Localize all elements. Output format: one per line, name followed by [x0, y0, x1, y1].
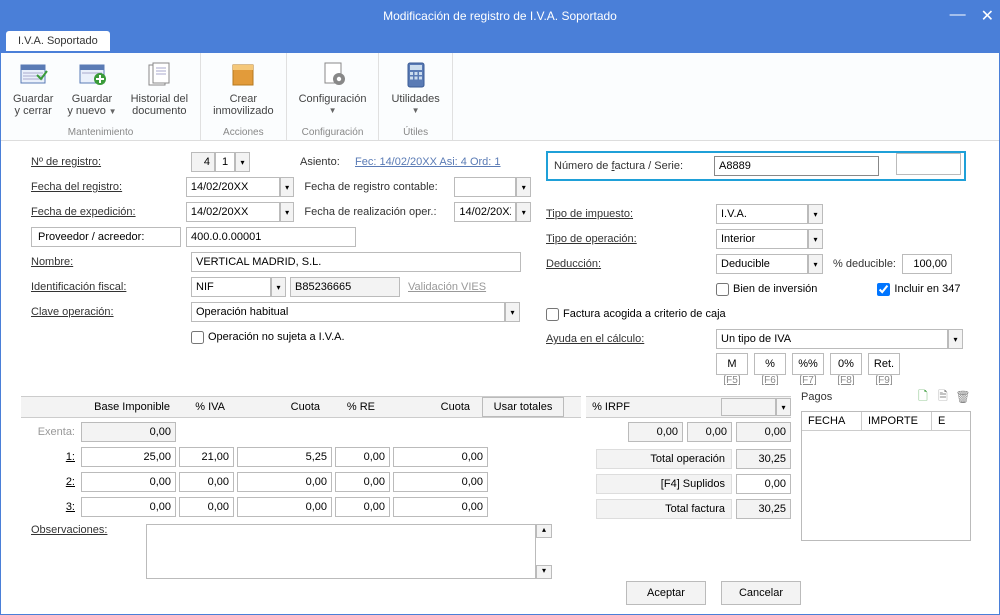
- minimize-icon[interactable]: —: [950, 6, 966, 26]
- fecha-registro-input[interactable]: [186, 177, 280, 197]
- nregistro-sub-input[interactable]: [215, 152, 235, 172]
- num-factura-input[interactable]: [714, 156, 879, 176]
- ayuda-calculo-dd[interactable]: ▾: [948, 329, 963, 349]
- factura-caja-checkbox[interactable]: Factura acogida a criterio de caja: [546, 308, 726, 321]
- base-input[interactable]: 0,00: [81, 497, 176, 517]
- bien-inversion-checkbox[interactable]: Bien de inversión: [716, 283, 817, 296]
- tipo-operacion-input[interactable]: [716, 229, 808, 249]
- base-input[interactable]: 25,00: [81, 447, 176, 467]
- nregistro-dropdown[interactable]: ▾: [235, 152, 250, 172]
- clave-operacion-input[interactable]: [191, 302, 505, 322]
- cuota2-input[interactable]: 0,00: [393, 472, 488, 492]
- observaciones-input[interactable]: [146, 524, 536, 579]
- tipo-impuesto-label: Tipo de impuesto:: [546, 208, 716, 220]
- fecha-registro-dd[interactable]: ▾: [280, 177, 295, 197]
- deduccion-label: Deducción:: [546, 258, 716, 270]
- nombre-input[interactable]: [191, 252, 521, 272]
- pagos-delete-icon[interactable]: 🗑: [955, 389, 971, 405]
- pagos-add-icon[interactable]: 🗋: [915, 389, 931, 405]
- configuracion-button[interactable]: Configuración▼: [295, 57, 371, 118]
- fecha-reg-contable-input[interactable]: [454, 177, 516, 197]
- suplidos-input[interactable]: 0,00: [736, 474, 791, 494]
- idfiscal-tipo-dd[interactable]: ▾: [271, 277, 286, 297]
- proveedor-label-box: Proveedor / acreedor:: [31, 227, 181, 247]
- piva-input[interactable]: 21,00: [179, 447, 234, 467]
- pre-input[interactable]: 0,00: [335, 497, 390, 517]
- fecha-registro-label: Fecha del registro:: [31, 181, 186, 193]
- tipo-operacion-dd[interactable]: ▾: [808, 229, 823, 249]
- observaciones-label: Observaciones:: [31, 524, 146, 579]
- idfiscal-label: Identificación fiscal:: [31, 281, 191, 293]
- piva-input[interactable]: 0,00: [179, 472, 234, 492]
- calc--button[interactable]: %%: [792, 353, 824, 375]
- exenta-label: Exenta:: [21, 426, 81, 438]
- titlebar: Modificación de registro de I.V.A. Sopor…: [1, 1, 999, 31]
- idfiscal-num-input[interactable]: [290, 277, 400, 297]
- utilidades-button[interactable]: Utilidades▼: [387, 57, 443, 118]
- pct-deducible-input[interactable]: [902, 254, 952, 274]
- cancelar-button[interactable]: Cancelar: [721, 581, 801, 605]
- proveedor-input[interactable]: [186, 227, 356, 247]
- pct-deducible-label: % deducible:: [833, 258, 896, 270]
- historial-button[interactable]: Historial deldocumento: [127, 57, 192, 119]
- serie-input[interactable]: [896, 153, 961, 175]
- fecha-realizacion-input[interactable]: [454, 202, 516, 222]
- pagos-table: FECHA IMPORTE E: [801, 411, 971, 541]
- tipo-impuesto-dd[interactable]: ▾: [808, 204, 823, 224]
- ayuda-calculo-input[interactable]: [716, 329, 948, 349]
- nombre-label: Nombre:: [31, 256, 191, 268]
- pagos-edit-icon[interactable]: 🗎: [935, 389, 951, 405]
- clave-operacion-dd[interactable]: ▾: [505, 302, 520, 322]
- nregistro-label: Nº de registro:: [31, 156, 101, 168]
- pre-input[interactable]: 0,00: [335, 472, 390, 492]
- tipo-impuesto-input[interactable]: [716, 204, 808, 224]
- guardar-nuevo-button[interactable]: Guardary nuevo ▼: [63, 57, 120, 119]
- incluir-347-checkbox[interactable]: Incluir en 347: [877, 283, 960, 296]
- obs-down[interactable]: ▾: [536, 565, 552, 579]
- op-no-sujeta-checkbox[interactable]: Operación no sujeta a I.V.A.: [191, 331, 345, 344]
- ayuda-calculo-label: Ayuda en el cálculo:: [546, 333, 716, 345]
- close-icon[interactable]: ✕: [981, 6, 994, 26]
- asiento-link[interactable]: Fec: 14/02/20XX Asi: 4 Ord: 1: [355, 156, 501, 168]
- aceptar-button[interactable]: Aceptar: [626, 581, 706, 605]
- base-input[interactable]: 0,00: [81, 472, 176, 492]
- pagos-label: Pagos: [801, 391, 832, 403]
- tipo-operacion-label: Tipo de operación:: [546, 233, 716, 245]
- deduccion-input[interactable]: [716, 254, 808, 274]
- obs-up[interactable]: ▴: [536, 524, 552, 538]
- idfiscal-tipo-input[interactable]: [191, 277, 271, 297]
- nregistro-input[interactable]: [191, 152, 215, 172]
- cuota-input[interactable]: 0,00: [237, 497, 332, 517]
- grid-header: Base Imponible % IVA Cuota % RE Cuota Us…: [21, 396, 581, 418]
- fecha-realizacion-label: Fecha de realización oper.:: [304, 206, 454, 218]
- ribbon: Guardary cerrar Guardary nuevo ▼ Histori…: [1, 53, 999, 141]
- fecha-expedicion-input[interactable]: [186, 202, 280, 222]
- calc-0-button[interactable]: 0%: [830, 353, 862, 375]
- calc-M-button[interactable]: M: [716, 353, 748, 375]
- deduccion-dd[interactable]: ▾: [808, 254, 823, 274]
- calc-Ret-button[interactable]: Ret.: [868, 353, 900, 375]
- cuota2-input[interactable]: 0,00: [393, 447, 488, 467]
- guardar-cerrar-button[interactable]: Guardary cerrar: [9, 57, 57, 119]
- pre-input[interactable]: 0,00: [335, 447, 390, 467]
- tab-iva-soportado[interactable]: I.V.A. Soportado: [6, 31, 110, 51]
- fecha-reg-contable-dd[interactable]: ▾: [516, 177, 531, 197]
- window-title: Modificación de registro de I.V.A. Sopor…: [383, 9, 617, 23]
- piva-input[interactable]: 0,00: [179, 497, 234, 517]
- fecha-reg-contable-label: Fecha de registro contable:: [304, 181, 454, 193]
- cuota2-input[interactable]: 0,00: [393, 497, 488, 517]
- fecha-expedicion-label: Fecha de expedición:: [31, 206, 186, 218]
- clave-operacion-label: Clave operación:: [31, 306, 191, 318]
- fecha-expedicion-dd[interactable]: ▾: [280, 202, 295, 222]
- crear-inmovilizado-button[interactable]: Crearinmovilizado: [209, 57, 278, 119]
- cuota-input[interactable]: 0,00: [237, 472, 332, 492]
- exenta-value: 0,00: [81, 422, 176, 442]
- validacion-vies-link[interactable]: Validación VIES: [408, 281, 486, 293]
- calc--button[interactable]: %: [754, 353, 786, 375]
- tab-header: I.V.A. Soportado: [1, 31, 999, 53]
- cuota-input[interactable]: 5,25: [237, 447, 332, 467]
- fecha-realizacion-dd[interactable]: ▾: [516, 202, 531, 222]
- asiento-label: Asiento:: [300, 156, 355, 168]
- usar-totales-button[interactable]: Usar totales: [482, 397, 564, 417]
